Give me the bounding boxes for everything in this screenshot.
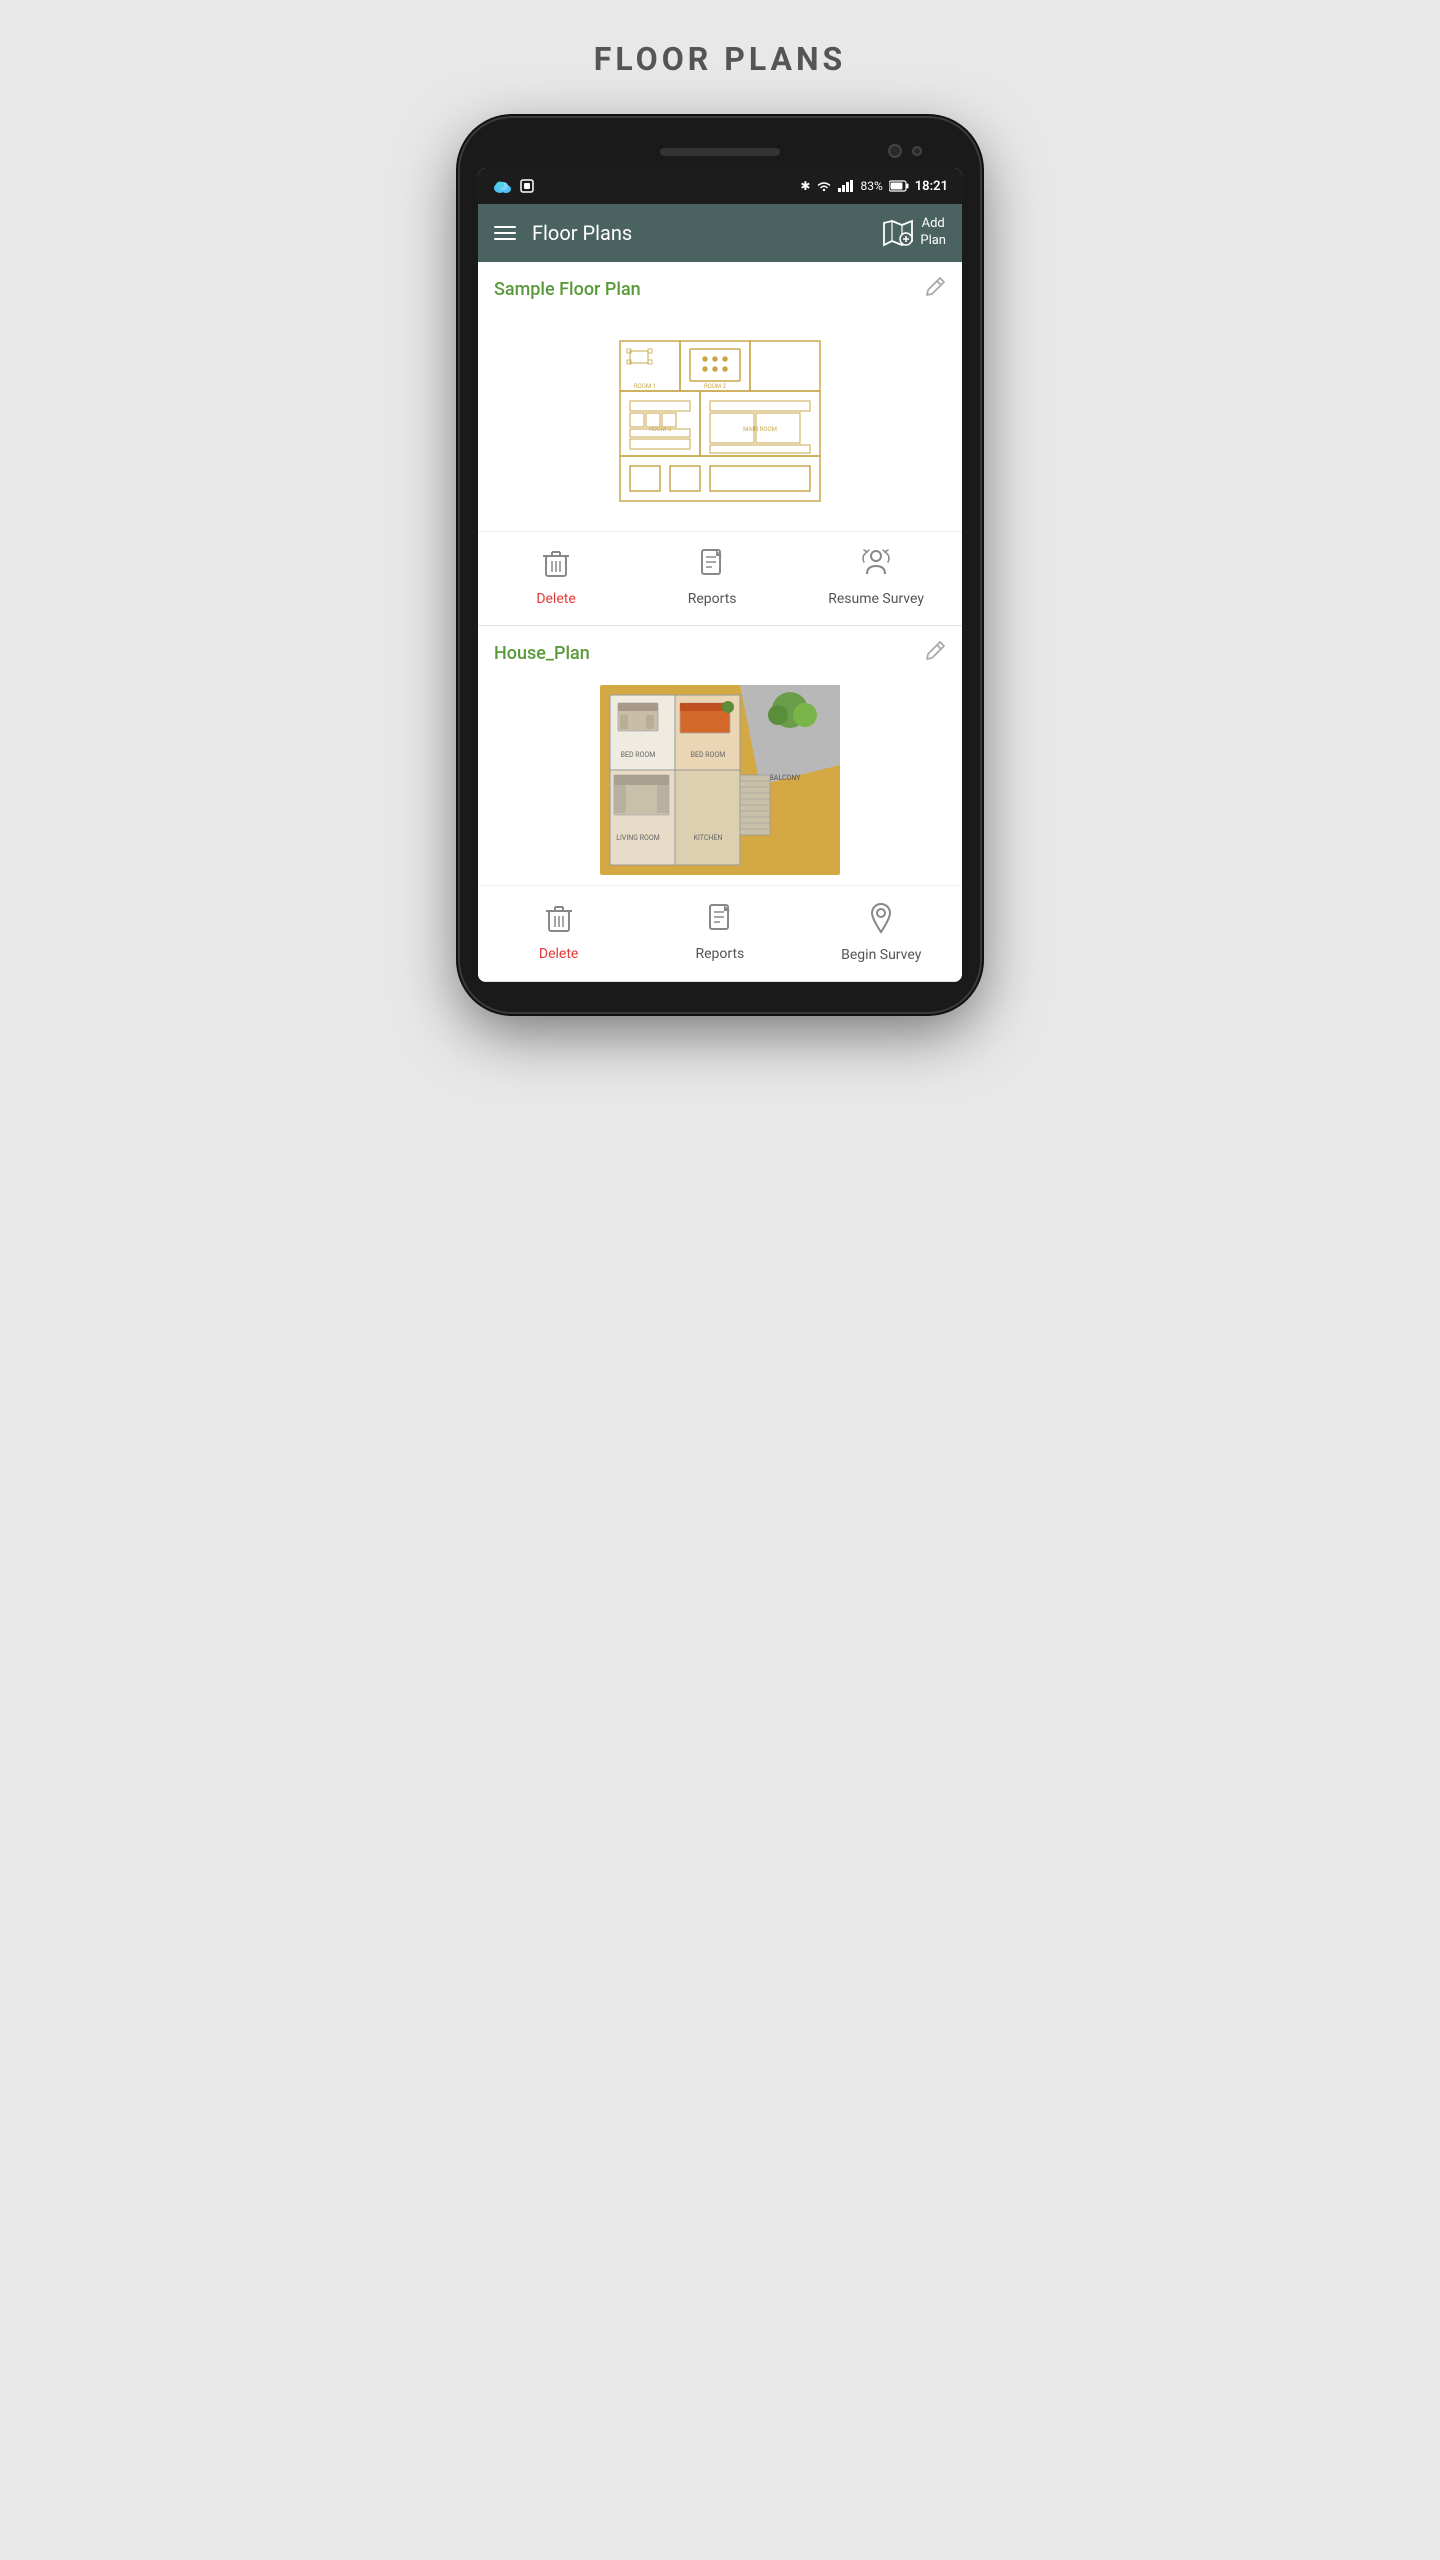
svg-text:ROOM 2: ROOM 2 bbox=[704, 383, 727, 390]
clock: 18:21 bbox=[915, 179, 948, 194]
survey-label-2: Begin Survey bbox=[841, 947, 921, 963]
floor-plan-card-1: Sample Floor Plan bbox=[478, 262, 962, 626]
edit-icon-2[interactable] bbox=[924, 640, 946, 667]
phone-camera bbox=[888, 144, 902, 158]
hamburger-menu[interactable] bbox=[494, 226, 516, 240]
svg-text:BALCONY: BALCONY bbox=[770, 774, 802, 782]
signal-icon bbox=[838, 180, 854, 192]
action-row-2: Delete Reports bbox=[478, 885, 962, 981]
svg-text:ROOM 1: ROOM 1 bbox=[634, 383, 656, 390]
survey-icon-2 bbox=[868, 902, 894, 941]
menu-line-3 bbox=[494, 238, 516, 240]
wifi-icon bbox=[816, 180, 832, 192]
phone-screen: ✱ 83% bbox=[478, 168, 962, 982]
app-header: Floor Plans Add Plan bbox=[478, 204, 962, 262]
survey-button-1[interactable]: Resume Survey bbox=[828, 548, 924, 607]
edit-icon-1[interactable] bbox=[924, 276, 946, 303]
header-left: Floor Plans bbox=[494, 221, 632, 245]
add-plan-label: Add Plan bbox=[920, 216, 946, 250]
menu-line-2 bbox=[494, 232, 516, 234]
phone-speaker bbox=[660, 148, 780, 156]
floor-plan-image-1: ROOM 1 ROOM 2 ROOM 3 MAIN ROOM bbox=[478, 311, 962, 531]
delete-button-1[interactable]: Delete bbox=[516, 548, 596, 607]
delete-label-2: Delete bbox=[539, 946, 578, 962]
card-header-1: Sample Floor Plan bbox=[478, 262, 962, 311]
page-title: FLOOR PLANS bbox=[594, 40, 846, 78]
card-header-2: House_Plan bbox=[478, 626, 962, 675]
reports-button-1[interactable]: Reports bbox=[672, 548, 752, 607]
reports-icon-1 bbox=[699, 548, 725, 585]
floor-plan-card-2: House_Plan bbox=[478, 626, 962, 982]
reports-button-2[interactable]: Reports bbox=[680, 903, 760, 962]
reports-icon-2 bbox=[707, 903, 733, 940]
card-title-1: Sample Floor Plan bbox=[494, 279, 641, 300]
notification-icon bbox=[520, 179, 534, 193]
delete-label-1: Delete bbox=[536, 591, 575, 607]
house-plan-svg: BED ROOM BED ROOM LIVING ROOM KITCHEN BA… bbox=[600, 685, 840, 875]
card-title-2: House_Plan bbox=[494, 643, 590, 664]
svg-text:BED ROOM: BED ROOM bbox=[621, 751, 656, 759]
reports-label-2: Reports bbox=[695, 946, 744, 962]
survey-button-2[interactable]: Begin Survey bbox=[841, 902, 921, 963]
add-plan-icon bbox=[882, 219, 914, 247]
delete-button-2[interactable]: Delete bbox=[519, 903, 599, 962]
delete-icon-1 bbox=[542, 548, 570, 585]
svg-text:KITCHEN: KITCHEN bbox=[694, 834, 723, 842]
floor-plan-image-2: BED ROOM BED ROOM LIVING ROOM KITCHEN BA… bbox=[478, 675, 962, 885]
menu-line-1 bbox=[494, 226, 516, 228]
reports-label-1: Reports bbox=[688, 591, 737, 607]
phone-shell: ✱ 83% bbox=[460, 118, 980, 1012]
action-row-1: Delete Reports bbox=[478, 531, 962, 625]
phone-camera2 bbox=[912, 146, 922, 156]
svg-text:ROOM 3: ROOM 3 bbox=[649, 426, 671, 433]
svg-text:MAIN ROOM: MAIN ROOM bbox=[743, 426, 777, 433]
battery-icon bbox=[889, 180, 909, 192]
survey-icon-1 bbox=[859, 548, 893, 585]
phone-top bbox=[478, 148, 962, 168]
status-left bbox=[492, 179, 534, 194]
battery-percentage: 83% bbox=[860, 179, 882, 193]
status-bar: ✱ 83% bbox=[478, 168, 962, 204]
cloud-icon bbox=[492, 179, 514, 194]
delete-icon-2 bbox=[545, 903, 573, 940]
schematic-svg: ROOM 1 ROOM 2 ROOM 3 MAIN ROOM bbox=[600, 321, 840, 521]
survey-label-1: Resume Survey bbox=[828, 591, 924, 607]
svg-text:BED ROOM: BED ROOM bbox=[691, 751, 726, 759]
bluetooth-icon: ✱ bbox=[800, 179, 810, 193]
status-right: ✱ 83% bbox=[800, 179, 948, 194]
svg-text:LIVING ROOM: LIVING ROOM bbox=[616, 834, 660, 842]
add-plan-button[interactable]: Add Plan bbox=[882, 216, 946, 250]
app-header-title: Floor Plans bbox=[532, 221, 632, 245]
